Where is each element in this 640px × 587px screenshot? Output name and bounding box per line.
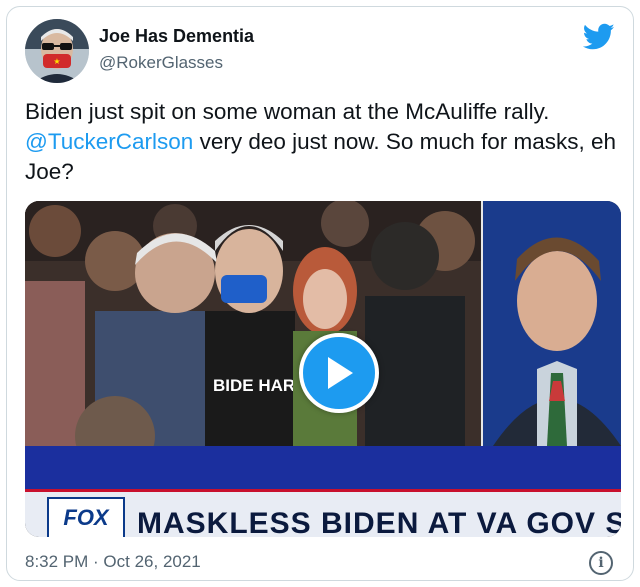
svg-text:★: ★ xyxy=(53,57,60,66)
mention-link[interactable]: @TuckerCarlson xyxy=(25,129,193,154)
tweet-text: Biden just spit on some woman at the McA… xyxy=(25,97,625,187)
video-chyron: MASKLESS BIDEN AT VA GOV SUPERSPR xyxy=(137,507,621,537)
tweet-timestamp[interactable]: 8:32 PM · Oct 26, 2021 xyxy=(25,552,201,572)
tweet-text-part1: Biden just spit on some woman at the McA… xyxy=(25,99,550,124)
info-icon[interactable]: i xyxy=(589,551,613,575)
display-name[interactable]: Joe Has Dementia xyxy=(99,25,254,47)
video-player[interactable]: BIDE HARR FOX MASKLESS BIDEN AT VA GOV S xyxy=(25,201,621,537)
author-block: Joe Has Dementia @RokerGlasses xyxy=(99,25,254,74)
tweet-card[interactable]: ★ Joe Has Dementia @RokerGlasses Biden j… xyxy=(6,6,634,581)
play-icon[interactable] xyxy=(299,333,379,413)
twitter-bird-icon[interactable] xyxy=(582,23,615,51)
fox-news-logo: FOX xyxy=(47,497,125,537)
avatar[interactable]: ★ xyxy=(25,19,89,83)
handle[interactable]: @RokerGlasses xyxy=(99,52,254,74)
